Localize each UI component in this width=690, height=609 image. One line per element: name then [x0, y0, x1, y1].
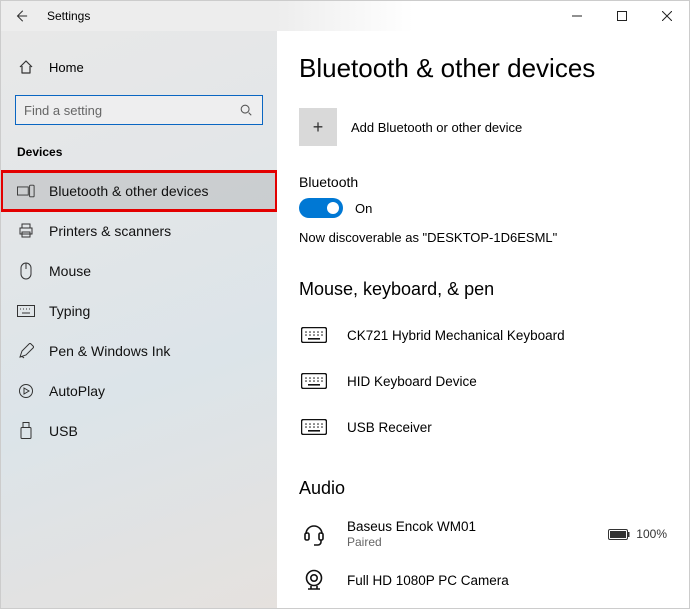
settings-window: Settings Home: [0, 0, 690, 609]
arrow-left-icon: [14, 9, 28, 23]
discoverable-text: Now discoverable as "DESKTOP-1D6ESML": [299, 230, 667, 245]
sidebar-item-typing[interactable]: Typing: [1, 291, 277, 331]
bluetooth-toggle-row: On: [299, 198, 667, 218]
headset-icon: [299, 522, 329, 546]
maximize-button[interactable]: [599, 1, 644, 31]
minimize-icon: [572, 11, 582, 21]
window-title: Settings: [41, 9, 90, 23]
sidebar-item-bluetooth[interactable]: Bluetooth & other devices: [1, 171, 277, 211]
mouse-icon: [17, 262, 35, 280]
sidebar-item-label: Typing: [49, 303, 90, 319]
back-button[interactable]: [1, 1, 41, 31]
device-status: Paired: [347, 535, 476, 549]
device-row[interactable]: Baseus Encok WM01 Paired 100%: [299, 511, 667, 557]
plus-icon: +: [299, 108, 337, 146]
battery-percent: 100%: [636, 527, 667, 541]
sidebar-item-label: Pen & Windows Ink: [49, 343, 170, 359]
sidebar-item-label: USB: [49, 423, 78, 439]
sidebar-item-autoplay[interactable]: AutoPlay: [1, 371, 277, 411]
sidebar-item-mouse[interactable]: Mouse: [1, 251, 277, 291]
device-name: HID Keyboard Device: [347, 374, 477, 389]
printer-icon: [17, 222, 35, 240]
minimize-button[interactable]: [554, 1, 599, 31]
close-icon: [662, 11, 672, 21]
add-device-button[interactable]: + Add Bluetooth or other device: [299, 108, 667, 146]
bluetooth-toggle-state: On: [355, 201, 372, 216]
keyboard-icon: [299, 419, 329, 435]
page-title: Bluetooth & other devices: [299, 53, 667, 84]
content-area: Home Devices Bluetooth & other devices: [1, 31, 689, 608]
sidebar-item-printers[interactable]: Printers & scanners: [1, 211, 277, 251]
device-row[interactable]: USB Receiver: [299, 404, 667, 450]
battery-icon: [608, 529, 630, 540]
window-controls: [554, 1, 689, 31]
keyboard-icon: [17, 302, 35, 320]
home-icon: [17, 58, 35, 76]
device-name: USB Receiver: [347, 420, 432, 435]
devices-icon: [17, 182, 35, 200]
close-button[interactable]: [644, 1, 689, 31]
sidebar-item-pen[interactable]: Pen & Windows Ink: [1, 331, 277, 371]
device-row[interactable]: Full HD 1080P PC Camera: [299, 557, 667, 603]
sidebar-item-label: AutoPlay: [49, 383, 105, 399]
sidebar-item-label: Bluetooth & other devices: [49, 183, 209, 199]
pen-icon: [17, 342, 35, 360]
keyboard-icon: [299, 327, 329, 343]
sidebar-item-usb[interactable]: USB: [1, 411, 277, 451]
main-panel: Bluetooth & other devices + Add Bluetoot…: [277, 31, 689, 608]
device-row[interactable]: CK721 Hybrid Mechanical Keyboard: [299, 312, 667, 358]
device-name: Full HD 1080P PC Camera: [347, 573, 509, 588]
sidebar-item-label: Mouse: [49, 263, 91, 279]
keyboard-icon: [299, 373, 329, 389]
usb-icon: [17, 422, 35, 440]
sidebar-section-label: Devices: [1, 139, 277, 171]
maximize-icon: [617, 11, 627, 21]
titlebar: Settings: [1, 1, 689, 31]
device-name: Baseus Encok WM01: [347, 519, 476, 534]
sidebar: Home Devices Bluetooth & other devices: [1, 31, 277, 608]
bluetooth-section-label: Bluetooth: [299, 174, 667, 190]
sidebar-item-label: Printers & scanners: [49, 223, 171, 239]
device-name: CK721 Hybrid Mechanical Keyboard: [347, 328, 565, 343]
group-heading-input: Mouse, keyboard, & pen: [299, 279, 667, 300]
add-device-label: Add Bluetooth or other device: [351, 120, 522, 135]
bluetooth-toggle[interactable]: [299, 198, 343, 218]
sidebar-home[interactable]: Home: [1, 49, 277, 85]
home-label: Home: [49, 60, 84, 75]
toggle-knob: [327, 202, 339, 214]
autoplay-icon: [17, 382, 35, 400]
search-container: [1, 85, 277, 139]
camera-icon: [299, 569, 329, 591]
device-battery: 100%: [608, 527, 667, 541]
search-input[interactable]: [15, 95, 263, 125]
group-heading-audio: Audio: [299, 478, 667, 499]
device-row[interactable]: HID Keyboard Device: [299, 358, 667, 404]
